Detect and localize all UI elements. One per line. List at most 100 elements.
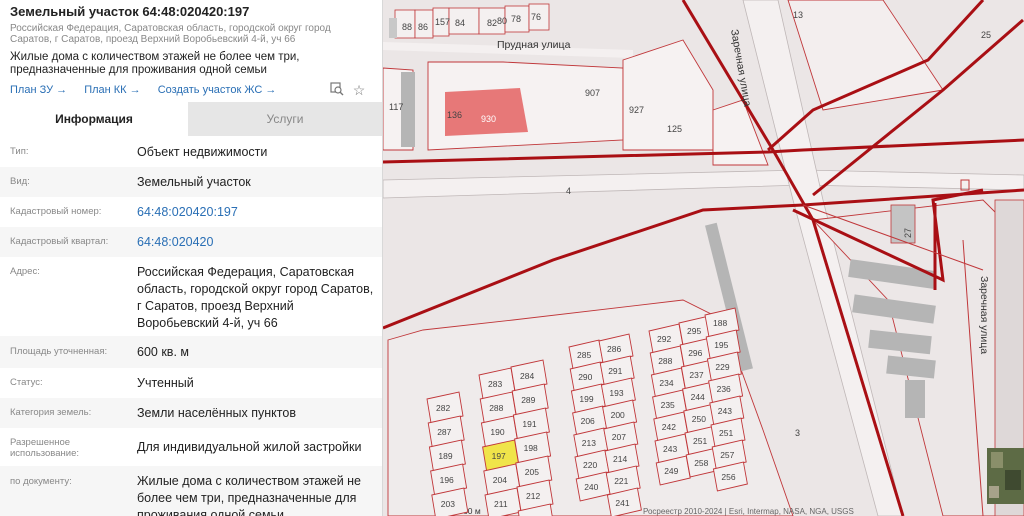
- parcel-number: 237: [689, 370, 703, 380]
- star-icon[interactable]: ☆: [351, 82, 367, 98]
- field-label: Кадастровый номер:: [10, 206, 102, 217]
- parcel-label: 88: [402, 22, 412, 32]
- parcel-number: 287: [437, 427, 451, 437]
- cadastral-map[interactable]: 88 86 157 84 82 80 78 76 13 25 117 136 9…: [383, 0, 1024, 516]
- parcel-number: 243: [663, 444, 677, 454]
- map-canvas[interactable]: 88 86 157 84 82 80 78 76 13 25 117 136 9…: [383, 0, 1024, 516]
- parcel-number: 296: [688, 348, 702, 358]
- field-value: Объект недвижимости: [137, 145, 268, 159]
- parcel-number: 282: [436, 403, 450, 413]
- parcel-number: 211: [494, 499, 508, 509]
- field-label: Адрес:: [10, 266, 40, 277]
- parcel-number: 243: [718, 406, 732, 416]
- cadastral-number-link[interactable]: 64:48:020420:197: [137, 204, 377, 221]
- parcel-number: 220: [583, 460, 597, 470]
- field-label: Тип:: [10, 146, 29, 157]
- parcel-number: 256: [721, 472, 735, 482]
- parcel-number: 286: [607, 344, 621, 354]
- parcel-description: Жилые дома с количеством этажей не более…: [10, 51, 300, 76]
- plan-zu-link[interactable]: План ЗУ →: [10, 84, 67, 96]
- parcel-number: 242: [662, 422, 676, 432]
- parcel-number: 204: [493, 475, 507, 485]
- field-value: Жилые дома с количеством этажей не более…: [137, 474, 361, 516]
- parcel-number: 206: [581, 416, 595, 426]
- parcel-label: 136: [447, 110, 462, 120]
- cadastral-quarter-link[interactable]: 64:48:020420: [137, 234, 377, 251]
- field-label: Разрешенное использование:: [10, 437, 80, 459]
- parcel-label: 125: [667, 124, 682, 134]
- parcel-number: 236: [717, 384, 731, 394]
- parcel-label: 76: [531, 12, 541, 22]
- satellite-layer-thumbnail[interactable]: [987, 448, 1024, 504]
- parcel-label: 84: [455, 18, 465, 28]
- parcel-number: 288: [658, 356, 672, 366]
- field-row-cadastral-quarter: Кадастровый квартал: 64:48:020420: [0, 227, 382, 257]
- tab-information[interactable]: Информация: [0, 102, 188, 136]
- parcel-number: 188: [713, 318, 727, 328]
- create-parcel-link[interactable]: Создать участок ЖС →: [158, 84, 277, 96]
- field-row-area: Площадь уточненная: 600 кв. м: [0, 336, 382, 368]
- parcel-label: 86: [418, 22, 428, 32]
- parcel-label: 4: [566, 186, 571, 196]
- parcel-number: 190: [490, 427, 504, 437]
- parcel-label: 78: [511, 14, 521, 24]
- field-row-status: Статус: Учтенный: [0, 368, 382, 398]
- field-label: Площадь уточненная:: [10, 346, 108, 357]
- parcel-number: 213: [582, 438, 596, 448]
- search-plan-icon[interactable]: [329, 82, 345, 98]
- parcel-number: 196: [440, 475, 454, 485]
- parcel-label: 27: [903, 228, 913, 238]
- address-line: Российская Федерация, Саратовская област…: [10, 23, 331, 45]
- parcel-number: 257: [720, 450, 734, 460]
- info-panel: Земельный участок 64:48:020420:197 Росси…: [0, 0, 383, 516]
- parcel-number: 251: [693, 436, 707, 446]
- field-label: Кадастровый квартал:: [10, 236, 109, 247]
- parcel-number: 189: [438, 451, 452, 461]
- parcel-label: 927: [629, 105, 644, 115]
- field-label: по документу:: [10, 476, 72, 487]
- parcel-number: 288: [489, 403, 503, 413]
- parcel-number: 234: [659, 378, 673, 388]
- parcel-number: 290: [578, 372, 592, 382]
- parcel-label: 25: [981, 30, 991, 40]
- tab-bar: Информация Услуги: [0, 102, 382, 136]
- parcel-number: 205: [525, 467, 539, 477]
- field-value: Российская Федерация, Саратовская област…: [137, 265, 374, 330]
- parcel-number: 250: [692, 414, 706, 424]
- field-value: 600 кв. м: [137, 345, 189, 359]
- parcel-number: 198: [524, 443, 538, 453]
- map-attribution: Росреестр 2010-2024 | Esri, Intermap, NA…: [643, 507, 854, 516]
- page-title: Земельный участок 64:48:020420:197: [10, 4, 250, 19]
- parcel-label: 13: [793, 10, 803, 20]
- parcel-number: 193: [609, 388, 623, 398]
- parcel-number: 207: [612, 432, 626, 442]
- parcel-number: 292: [657, 334, 671, 344]
- parcel-label: 157: [435, 17, 450, 27]
- parcel-number: 258: [694, 458, 708, 468]
- parcel-number: 199: [579, 394, 593, 404]
- parcel-number: 240: [584, 482, 598, 492]
- parcel-number: 191: [522, 419, 536, 429]
- field-value: Земельный участок: [137, 175, 251, 189]
- parcel-number: 203: [441, 499, 455, 509]
- parcel-number: 195: [714, 340, 728, 350]
- plan-kk-link[interactable]: План КК →: [84, 84, 140, 96]
- parcel-label: 907: [585, 88, 600, 98]
- field-row-address: Адрес: Российская Федерация, Саратовская…: [0, 257, 382, 336]
- field-label: Вид:: [10, 176, 30, 187]
- parcel-number: 221: [614, 476, 628, 486]
- parcel-label: 82: [487, 18, 497, 28]
- field-row-by-document: по документу: Жилые дома с количеством э…: [0, 466, 382, 516]
- tab-services[interactable]: Услуги: [188, 102, 382, 136]
- parcel-number: 235: [661, 400, 675, 410]
- field-value: Земли населённых пунктов: [137, 406, 296, 420]
- field-row-land-category: Категория земель: Земли населённых пункт…: [0, 398, 382, 428]
- parcel-number: 251: [719, 428, 733, 438]
- parcel-number: 285: [577, 350, 591, 360]
- parcel-number: 295: [687, 326, 701, 336]
- field-row-kind: Вид: Земельный участок: [0, 167, 382, 197]
- parcel-label: 3: [795, 428, 800, 438]
- parcel-number: 291: [608, 366, 622, 376]
- field-row-permitted-use: Разрешенное использование: Для индивидуа…: [0, 428, 382, 466]
- field-value: Для индивидуальной жилой застройки: [137, 440, 362, 454]
